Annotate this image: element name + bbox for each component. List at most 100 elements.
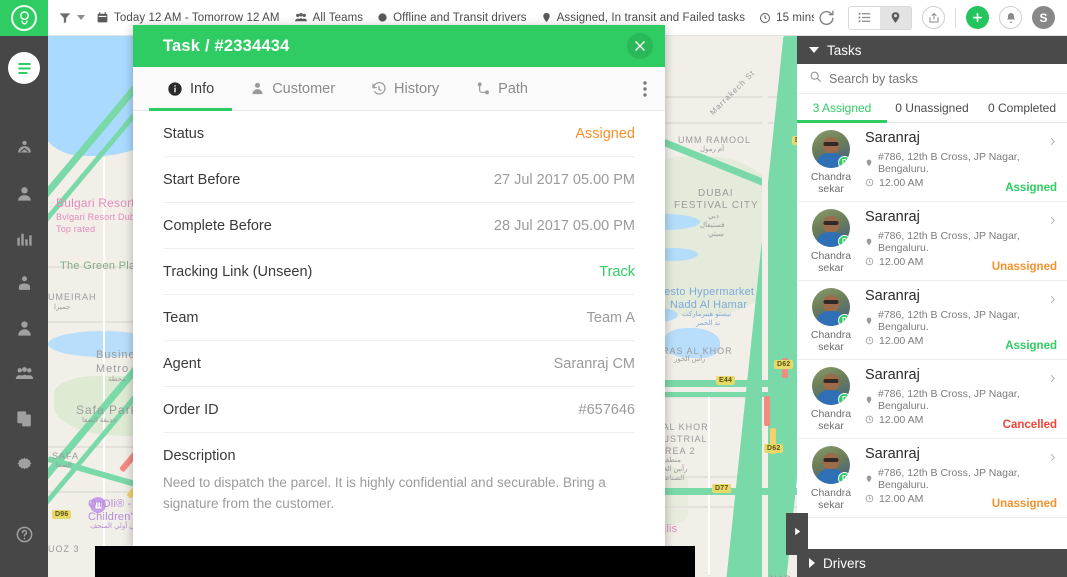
list-item[interactable]: D Chandra sekar Saranraj #786, 12th B Cross… bbox=[797, 123, 1067, 202]
map-label: Safa Park bbox=[76, 403, 138, 417]
teams-icon bbox=[14, 364, 35, 388]
task-time: 12.00 AM bbox=[879, 492, 924, 505]
tab-assigned[interactable]: 3 Assigned bbox=[797, 94, 887, 123]
tab-unassigned[interactable]: 0 Unassigned bbox=[887, 94, 977, 122]
task-avatar-column: D Chandra sekar bbox=[805, 367, 857, 438]
task-time: 12.00 AM bbox=[879, 334, 924, 347]
status-badge: Unassigned bbox=[991, 498, 1057, 510]
task-info-row: Start Before 27 Jul 2017 05.00 PM bbox=[163, 157, 635, 203]
list-item[interactable]: D Chandra sekar Saranraj #786, 12th B Cross… bbox=[797, 202, 1067, 281]
list-item[interactable]: D Chandra sekar Saranraj #786, 12th B Cross… bbox=[797, 360, 1067, 439]
drivers-section-header[interactable]: Drivers bbox=[797, 549, 1067, 577]
clock-icon bbox=[865, 178, 874, 187]
filter-chip-label: Offline and Transit drivers bbox=[393, 11, 527, 24]
customer-icon bbox=[15, 319, 34, 343]
list-item[interactable]: D Chandra sekar Saranraj #786, 12th B Cross… bbox=[797, 281, 1067, 360]
task-info-key: Team bbox=[163, 309, 199, 326]
tasks-section-label: Tasks bbox=[827, 42, 862, 58]
tab-label: 3 Assigned bbox=[812, 101, 872, 115]
description-title: Description bbox=[163, 448, 236, 464]
sidebar-item-customer[interactable] bbox=[0, 308, 48, 353]
task-info-value: Assigned bbox=[575, 125, 635, 142]
task-address: #786, 12th B Cross, JP Nagar, Bengaluru. bbox=[878, 387, 1020, 412]
tab-history[interactable]: History bbox=[353, 67, 457, 110]
tab-info[interactable]: Info bbox=[149, 67, 233, 111]
task-address-line: #786, 12th B Cross, JP Nagar, Bengaluru. bbox=[865, 467, 1057, 491]
filter-chip-teams[interactable]: All Teams bbox=[289, 11, 369, 24]
task-address: #786, 12th B Cross, JP Nagar, Bengaluru. bbox=[878, 308, 1020, 333]
notifications-button[interactable] bbox=[999, 6, 1022, 29]
view-toggle[interactable] bbox=[848, 5, 912, 30]
tab-customer[interactable]: Customer bbox=[232, 67, 353, 110]
chevron-right-icon[interactable] bbox=[1048, 135, 1057, 153]
sidebar-item-dashboard[interactable] bbox=[0, 128, 48, 173]
sidebar-item-settings[interactable] bbox=[0, 443, 48, 488]
map-view-icon[interactable] bbox=[880, 6, 911, 29]
task-avatar-column: D Chandra sekar bbox=[805, 130, 857, 201]
pin-icon bbox=[541, 11, 552, 24]
description-text: Need to dispatch the parcel. It is highl… bbox=[163, 475, 606, 511]
sidebar-logo-icon[interactable] bbox=[8, 52, 40, 84]
filter-chip-delay[interactable]: 15 mins Delayed bbox=[754, 12, 814, 24]
task-filter-tabs: 3 Assigned 0 Unassigned 0 Completed bbox=[797, 94, 1067, 123]
sidebar-item-manager[interactable] bbox=[0, 263, 48, 308]
refresh-icon[interactable] bbox=[814, 6, 838, 30]
agent-name: Chandra sekar bbox=[810, 250, 852, 275]
task-info-key: Order ID bbox=[163, 401, 219, 418]
search-input[interactable] bbox=[829, 71, 1055, 86]
list-view-icon[interactable] bbox=[849, 7, 880, 29]
tab-completed[interactable]: 0 Completed bbox=[977, 94, 1067, 122]
help-icon bbox=[15, 525, 34, 549]
page-title: Task / #2334434 bbox=[163, 36, 290, 55]
list-item[interactable]: D Chandra sekar Saranraj #786, 12th B Cross… bbox=[797, 439, 1067, 518]
analytics-icon bbox=[15, 229, 34, 253]
close-icon[interactable] bbox=[627, 33, 653, 59]
right-sidebar: Tasks 3 Assigned 0 Unassigned 0 Complete… bbox=[797, 36, 1067, 577]
history-icon bbox=[371, 81, 387, 97]
chevron-right-icon[interactable] bbox=[1048, 214, 1057, 232]
task-info-row: Tracking Link (Unseen) Track bbox=[163, 249, 635, 295]
filter-group[interactable] bbox=[48, 11, 91, 25]
map-route-shield: D77 bbox=[712, 484, 732, 493]
tab-path[interactable]: Path bbox=[457, 67, 546, 110]
tab-label: 0 Completed bbox=[987, 101, 1057, 115]
task-info-row: Agent Saranraj CM bbox=[163, 341, 635, 387]
chevron-right-icon[interactable] bbox=[1048, 293, 1057, 311]
map-label: الصفا bbox=[56, 462, 72, 469]
user-avatar[interactable]: S bbox=[1032, 6, 1055, 29]
more-vertical-icon[interactable] bbox=[625, 67, 665, 110]
filter-chip-date[interactable]: Today 12 AM - Tomorrow 12 AM bbox=[91, 11, 285, 24]
clock-icon bbox=[759, 12, 771, 24]
triangle-down-icon bbox=[809, 47, 819, 53]
task-address-line: #786, 12th B Cross, JP Nagar, Bengaluru. bbox=[865, 388, 1057, 412]
filter-chip-drivers[interactable]: Offline and Transit drivers bbox=[372, 12, 532, 24]
app-logo[interactable] bbox=[0, 0, 48, 36]
chevron-right-icon[interactable] bbox=[1048, 451, 1057, 469]
share-button[interactable] bbox=[922, 6, 945, 29]
task-customer-name: Saranraj bbox=[865, 209, 920, 225]
task-list[interactable]: D Chandra sekar Saranraj #786, 12th B Cross… bbox=[797, 123, 1067, 549]
filter-chip-label: 15 mins Delayed bbox=[776, 11, 814, 24]
track-link[interactable]: Track bbox=[599, 264, 635, 280]
tasks-section-header[interactable]: Tasks bbox=[797, 36, 1067, 64]
search-bar[interactable] bbox=[797, 64, 1067, 94]
sidebar-item-analytics[interactable] bbox=[0, 218, 48, 263]
map-label: حديقة الصفا bbox=[82, 417, 118, 424]
add-button[interactable] bbox=[966, 6, 989, 29]
map-label: Bvlgari Resort Dubai bbox=[56, 212, 143, 222]
sidebar-item-help[interactable] bbox=[0, 514, 48, 559]
sidebar-item-agent[interactable] bbox=[0, 173, 48, 218]
filter-chip-tasks[interactable]: Assigned, In transit and Failed tasks bbox=[536, 11, 750, 24]
sidebar-item-teams[interactable] bbox=[0, 353, 48, 398]
task-info-key: Complete Before bbox=[163, 217, 272, 234]
chevron-right-icon[interactable] bbox=[1048, 372, 1057, 390]
agent-name: Chandra sekar bbox=[810, 408, 852, 433]
driver-badge: D bbox=[838, 156, 850, 168]
panel-collapse-button[interactable] bbox=[786, 513, 808, 555]
left-sidebar bbox=[0, 36, 48, 577]
tab-label: Path bbox=[498, 80, 529, 97]
task-info-value: 27 Jul 2017 05.00 PM bbox=[493, 171, 635, 188]
driver-badge: D bbox=[838, 472, 850, 484]
task-info-body: Status Assigned Start Before 27 Jul 2017 05… bbox=[133, 111, 665, 547]
sidebar-item-reports[interactable] bbox=[0, 398, 48, 443]
